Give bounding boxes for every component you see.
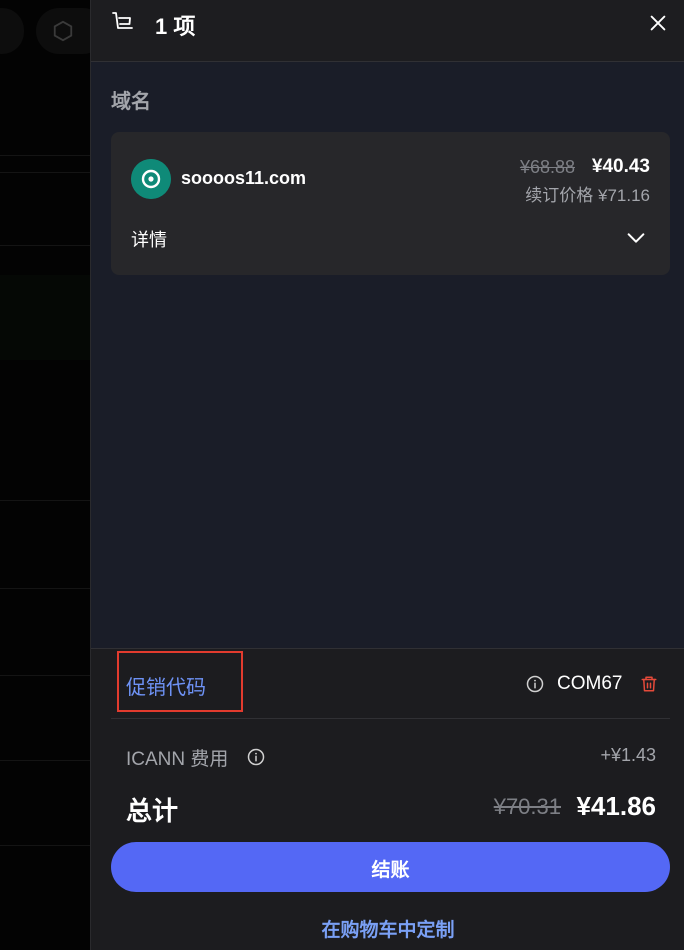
background-divider [0,845,90,846]
customize-in-cart-link[interactable]: 在购物车中定制 [91,915,684,942]
divider [111,718,670,719]
chevron-down-icon[interactable] [625,227,647,249]
background-chip [0,8,24,54]
total-label: 总计 [126,796,179,826]
details-label: 详情 [131,230,167,250]
cart-item-count: 1 项 [155,14,196,39]
applied-coupon-code: COM67 [557,673,623,694]
background-page [0,0,90,950]
background-divider [0,155,90,156]
background-block [0,275,90,360]
cart-header: 1 项 [91,0,684,62]
domain-name: soooos11.com [181,168,307,188]
trash-icon[interactable] [640,674,658,694]
cart-icon [112,12,133,29]
cart-drawer: 1 项 域名 soooos11.com ¥68.88 ¥40.43 续订价格 ¥… [90,0,684,950]
checkout-button[interactable]: 结账 [111,842,670,892]
icann-fee-value: +¥1.43 [600,745,656,765]
domain-price: ¥40.43 [591,156,650,177]
icann-fee-label: ICANN 费用 [126,749,229,770]
background-divider [0,675,90,676]
info-icon[interactable] [526,675,544,693]
background-divider [0,588,90,589]
background-divider [0,172,90,173]
details-toggle[interactable]: 详情 [111,218,670,258]
domain-original-price: ¥68.88 [519,157,575,177]
cart-summary: 促销代码 COM67 ICANN 费用 +¥1.43 总计 ¥70.31 ¥41… [91,648,684,950]
section-title: 域名 [111,91,151,113]
domain-logo-icon [131,159,171,199]
total-amount: ¥41.86 [576,791,656,821]
info-icon[interactable] [247,748,265,766]
total-original-price: ¥70.31 [493,794,561,819]
background-divider [0,245,90,246]
background-divider [0,760,90,761]
renewal-price: 续订价格 ¥71.16 [525,186,650,205]
hexagon-icon [53,20,73,42]
close-icon[interactable] [647,12,669,34]
cart-items-area: 域名 soooos11.com ¥68.88 ¥40.43 续订价格 ¥71.1… [91,62,684,648]
checkout-label: 结账 [371,860,410,881]
promo-highlight-box [117,651,243,712]
background-divider [0,500,90,501]
domain-item-card: soooos11.com ¥68.88 ¥40.43 续订价格 ¥71.16 详… [111,132,670,275]
